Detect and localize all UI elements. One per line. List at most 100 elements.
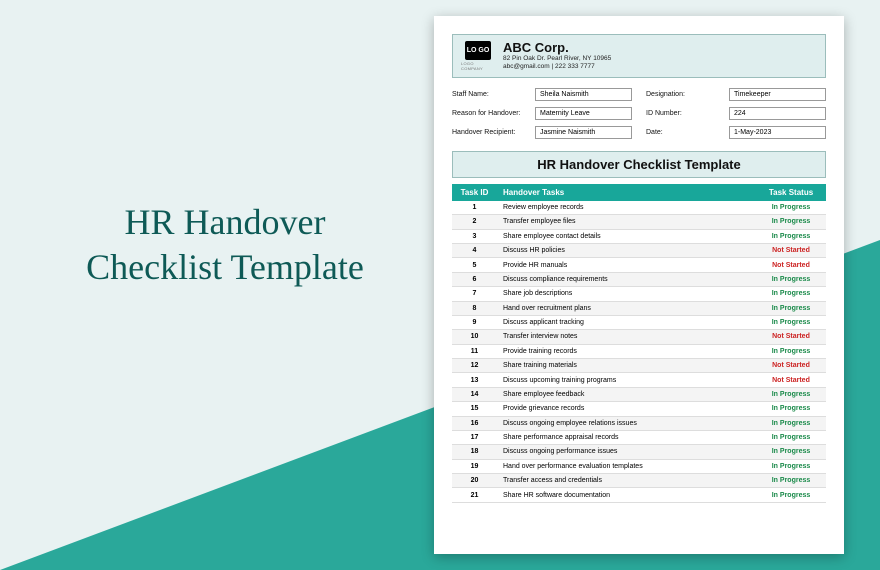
table-row: 8Hand over recruitment plansIn Progress <box>452 301 826 315</box>
cell-task: Discuss ongoing performance issues <box>497 445 756 459</box>
cell-task-id: 15 <box>452 402 497 416</box>
cell-task: Transfer employee files <box>497 215 756 229</box>
cell-task-id: 16 <box>452 416 497 430</box>
table-row: 14Share employee feedbackIn Progress <box>452 387 826 401</box>
form-row: Handover Recipient:Jasmine Naismith <box>452 126 632 139</box>
cell-status: Not Started <box>756 258 826 272</box>
field-label: Reason for Handover: <box>452 110 530 117</box>
cell-status: Not Started <box>756 330 826 344</box>
cell-task-id: 5 <box>452 258 497 272</box>
table-row: 11Provide training recordsIn Progress <box>452 344 826 358</box>
cell-task-id: 20 <box>452 474 497 488</box>
logo-icon: LO GO <box>465 41 491 60</box>
form-row: Staff Name: Sheila Naismith <box>452 88 632 101</box>
company-header: LO GO LOGO COMPANY ABC Corp. 82 Pin Oak … <box>452 34 826 78</box>
col-status: Task Status <box>756 184 826 201</box>
field-value: Sheila Naismith <box>535 88 632 101</box>
cell-task: Transfer interview notes <box>497 330 756 344</box>
cell-task-id: 13 <box>452 373 497 387</box>
cell-status: In Progress <box>756 301 826 315</box>
cell-task: Share HR software documentation <box>497 488 756 502</box>
cell-task: Share training materials <box>497 359 756 373</box>
table-row: 15Provide grievance recordsIn Progress <box>452 402 826 416</box>
cell-status: In Progress <box>756 344 826 358</box>
table-row: 4Discuss HR policiesNot Started <box>452 244 826 258</box>
table-row: 13Discuss upcoming training programsNot … <box>452 373 826 387</box>
cell-status: In Progress <box>756 459 826 473</box>
cell-task: Discuss ongoing employee relations issue… <box>497 416 756 430</box>
document-preview: LO GO LOGO COMPANY ABC Corp. 82 Pin Oak … <box>434 16 844 554</box>
company-contact: abc@gmail.com | 222 333 7777 <box>503 63 611 71</box>
field-value: 224 <box>729 107 826 120</box>
table-row: 12Share training materialsNot Started <box>452 359 826 373</box>
checklist-table: Task ID Handover Tasks Task Status 1Revi… <box>452 184 826 503</box>
cell-task: Provide training records <box>497 344 756 358</box>
cell-task: Discuss applicant tracking <box>497 315 756 329</box>
cell-status: In Progress <box>756 430 826 444</box>
table-row: 2Transfer employee filesIn Progress <box>452 215 826 229</box>
field-value: Timekeeper <box>729 88 826 101</box>
cell-task: Provide grievance records <box>497 402 756 416</box>
cell-task-id: 14 <box>452 387 497 401</box>
table-row: 9Discuss applicant trackingIn Progress <box>452 315 826 329</box>
field-label: Date: <box>646 129 724 136</box>
cell-task: Share employee contact details <box>497 229 756 243</box>
cell-status: In Progress <box>756 229 826 243</box>
form-row: ID Number: 224 <box>646 107 826 120</box>
cell-status: In Progress <box>756 287 826 301</box>
table-row: 21Share HR software documentationIn Prog… <box>452 488 826 502</box>
cell-task-id: 6 <box>452 272 497 286</box>
table-row: 3Share employee contact detailsIn Progre… <box>452 229 826 243</box>
table-row: 7Share job descriptionsIn Progress <box>452 287 826 301</box>
cell-task-id: 19 <box>452 459 497 473</box>
cell-task-id: 8 <box>452 301 497 315</box>
cell-task-id: 10 <box>452 330 497 344</box>
cell-status: In Progress <box>756 474 826 488</box>
table-row: 19Hand over performance evaluation templ… <box>452 459 826 473</box>
cell-task-id: 21 <box>452 488 497 502</box>
field-value: 1-May-2023 <box>729 126 826 139</box>
table-row: 16Discuss ongoing employee relations iss… <box>452 416 826 430</box>
cell-status: In Progress <box>756 315 826 329</box>
company-name: ABC Corp. <box>503 40 611 55</box>
cell-task: Share job descriptions <box>497 287 756 301</box>
logo-subtext: LOGO COMPANY <box>461 61 495 71</box>
cell-task: Review employee records <box>497 201 756 215</box>
cell-task-id: 11 <box>452 344 497 358</box>
field-value: Maternity Leave <box>535 107 632 120</box>
cell-task: Hand over recruitment plans <box>497 301 756 315</box>
col-task-id: Task ID <box>452 184 497 201</box>
col-task: Handover Tasks <box>497 184 756 201</box>
table-row: 18Discuss ongoing performance issuesIn P… <box>452 445 826 459</box>
field-label: Handover Recipient: <box>452 129 530 136</box>
cell-status: In Progress <box>756 215 826 229</box>
cell-task: Discuss HR policies <box>497 244 756 258</box>
form-row: Designation: Timekeeper <box>646 88 826 101</box>
field-label: Designation: <box>646 91 724 98</box>
form-fields: Staff Name: Sheila Naismith Reason for Han… <box>452 88 826 145</box>
cell-status: Not Started <box>756 244 826 258</box>
cell-status: In Progress <box>756 201 826 215</box>
cell-task: Hand over performance evaluation templat… <box>497 459 756 473</box>
table-row: 17Share performance appraisal recordsIn … <box>452 430 826 444</box>
cell-status: In Progress <box>756 387 826 401</box>
section-title: HR Handover Checklist Template <box>452 151 826 178</box>
cell-task: Discuss upcoming training programs <box>497 373 756 387</box>
table-row: 20Transfer access and credentialsIn Prog… <box>452 474 826 488</box>
field-label: ID Number: <box>646 110 724 117</box>
cell-status: Not Started <box>756 359 826 373</box>
cell-status: In Progress <box>756 402 826 416</box>
field-label: Staff Name: <box>452 91 530 98</box>
cell-task-id: 1 <box>452 201 497 215</box>
cell-task-id: 2 <box>452 215 497 229</box>
cell-task-id: 17 <box>452 430 497 444</box>
cell-status: Not Started <box>756 373 826 387</box>
cell-status: In Progress <box>756 445 826 459</box>
cell-task-id: 7 <box>452 287 497 301</box>
company-address: 82 Pin Oak Dr. Pearl River, NY 10965 <box>503 55 611 63</box>
cell-task: Discuss compliance requirements <box>497 272 756 286</box>
table-row: 6Discuss compliance requirementsIn Progr… <box>452 272 826 286</box>
cell-task: Provide HR manuals <box>497 258 756 272</box>
cell-task: Share performance appraisal records <box>497 430 756 444</box>
table-row: 5Provide HR manualsNot Started <box>452 258 826 272</box>
